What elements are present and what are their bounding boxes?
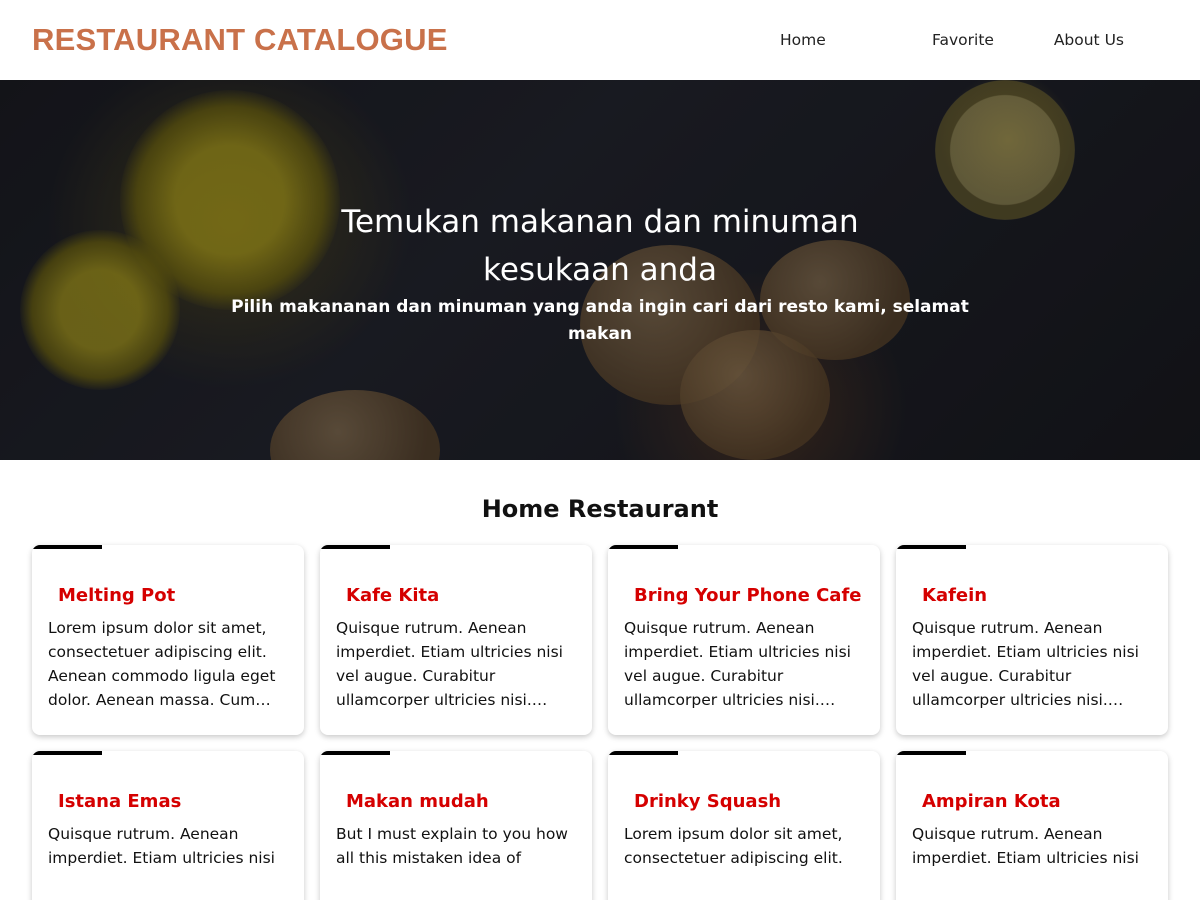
section-title: Home Restaurant (481, 495, 719, 523)
restaurant-card[interactable]: Kafe Kita Quisque rutrum. Aenean imperdi… (320, 545, 592, 735)
restaurant-name[interactable]: Melting Pot (48, 585, 288, 606)
restaurant-description: Quisque rutrum. Aenean imperdiet. Etiam … (336, 619, 563, 709)
restaurant-card[interactable]: Kafein Quisque rutrum. Aenean imperdiet.… (896, 545, 1168, 735)
card-accent (896, 751, 966, 755)
card-accent (608, 751, 678, 755)
restaurant-description: Quisque rutrum. Aenean imperdiet. Etiam … (912, 825, 1139, 867)
restaurant-name[interactable]: Bring Your Phone Cafe (624, 585, 864, 606)
restaurant-card[interactable]: Melting Pot Lorem ipsum dolor sit amet, … (32, 545, 304, 735)
hero-banner: Temukan makanan dan minuman kesukaan and… (0, 80, 1200, 460)
restaurant-name[interactable]: Kafe Kita (336, 585, 576, 606)
main-nav: Home Favorite About Us (780, 31, 1168, 49)
restaurant-card[interactable]: Makan mudah But I must explain to you ho… (320, 751, 592, 900)
hero-subtitle: Pilih makananan dan minuman yang anda in… (231, 297, 969, 344)
restaurant-description: Quisque rutrum. Aenean imperdiet. Etiam … (912, 619, 1139, 709)
restaurant-description: Lorem ipsum dolor sit amet, consectetuer… (624, 825, 843, 867)
restaurant-card[interactable]: Bring Your Phone Cafe Quisque rutrum. Ae… (608, 545, 880, 735)
card-accent (320, 751, 390, 755)
restaurant-description: Lorem ipsum dolor sit amet, consectetuer… (48, 619, 276, 709)
nav-favorite[interactable]: Favorite (892, 31, 1034, 49)
restaurant-name[interactable]: Ampiran Kota (912, 791, 1152, 812)
nav-about-us[interactable]: About Us (1034, 31, 1124, 49)
restaurant-card[interactable]: Drinky Squash Lorem ipsum dolor sit amet… (608, 751, 880, 900)
restaurant-description: But I must explain to you how all this m… (336, 825, 568, 867)
restaurant-name[interactable]: Kafein (912, 585, 1152, 606)
restaurant-grid: Melting Pot Lorem ipsum dolor sit amet, … (0, 545, 1200, 900)
restaurant-card[interactable]: Istana Emas Quisque rutrum. Aenean imper… (32, 751, 304, 900)
restaurant-name[interactable]: Istana Emas (48, 791, 288, 812)
card-accent (896, 545, 966, 549)
card-accent (32, 751, 102, 755)
restaurant-name[interactable]: Makan mudah (336, 791, 576, 812)
restaurant-description: Quisque rutrum. Aenean imperdiet. Etiam … (48, 825, 275, 867)
hero-text: Temukan makanan dan minuman kesukaan and… (0, 198, 1200, 348)
brand-logo[interactable]: RESTAURANT CATALOGUE (32, 22, 448, 58)
restaurant-name[interactable]: Drinky Squash (624, 791, 864, 812)
restaurant-card[interactable]: Ampiran Kota Quisque rutrum. Aenean impe… (896, 751, 1168, 900)
hero-title: Temukan makanan dan minuman kesukaan and… (341, 204, 859, 288)
card-accent (32, 545, 102, 549)
restaurant-description: Quisque rutrum. Aenean imperdiet. Etiam … (624, 619, 851, 709)
card-accent (320, 545, 390, 549)
site-header: RESTAURANT CATALOGUE Home Favorite About… (0, 0, 1200, 80)
card-accent (608, 545, 678, 549)
nav-home[interactable]: Home (780, 31, 892, 49)
